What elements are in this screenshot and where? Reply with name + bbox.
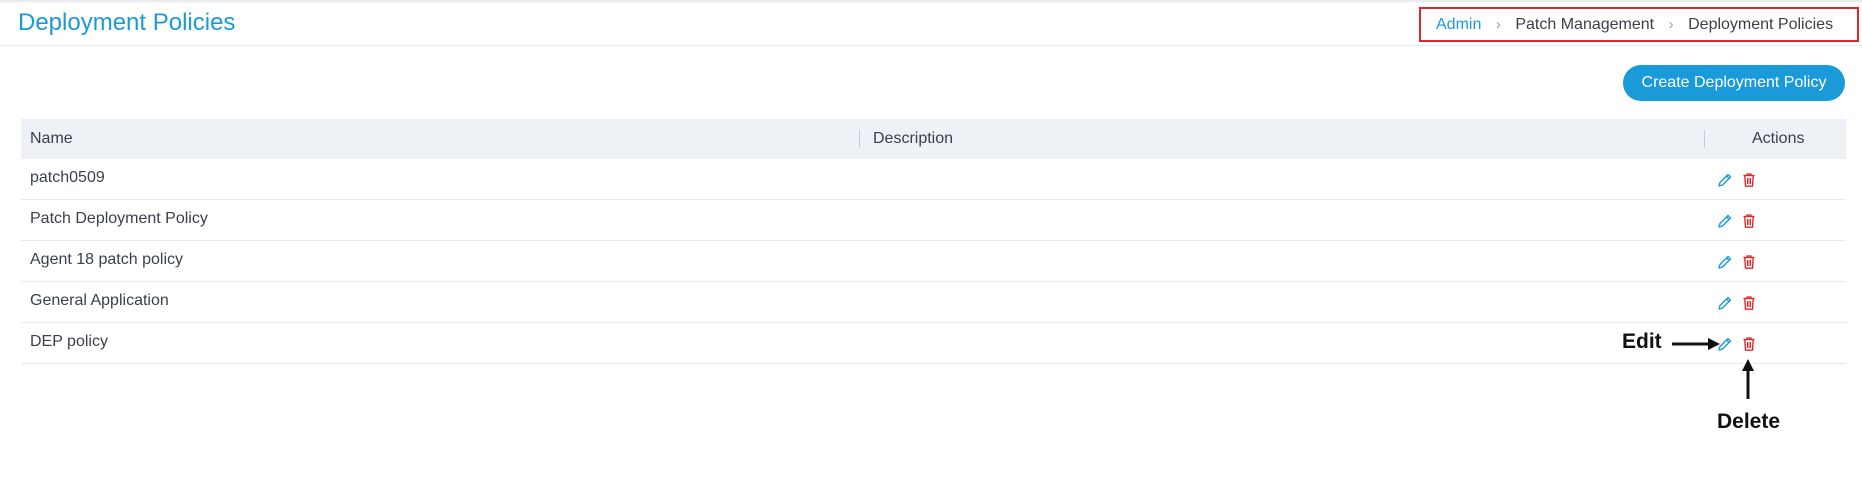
edit-annotation-label: Edit bbox=[1622, 330, 1662, 353]
table-row: Patch Deployment Policy bbox=[21, 200, 1846, 241]
policy-name[interactable]: patch0509 bbox=[30, 169, 105, 187]
row-actions bbox=[1717, 172, 1757, 188]
table-header: Name Description Actions bbox=[21, 119, 1846, 159]
column-header-actions: Actions bbox=[1752, 130, 1805, 147]
breadcrumb-separator: › bbox=[1668, 16, 1674, 33]
breadcrumb: Admin › Patch Management › Deployment Po… bbox=[1419, 7, 1859, 42]
column-header-name[interactable]: Name bbox=[30, 119, 73, 159]
breadcrumb-separator: › bbox=[1495, 16, 1501, 33]
trash-icon[interactable] bbox=[1741, 295, 1757, 311]
pencil-icon[interactable] bbox=[1717, 172, 1733, 188]
delete-annotation-arrow bbox=[1742, 359, 1754, 399]
pencil-icon[interactable] bbox=[1717, 254, 1733, 270]
trash-icon[interactable] bbox=[1741, 213, 1757, 229]
trash-icon[interactable] bbox=[1741, 254, 1757, 270]
table-row: General Application bbox=[21, 282, 1846, 323]
row-actions bbox=[1717, 336, 1757, 352]
column-divider[interactable] bbox=[859, 130, 860, 148]
column-divider[interactable] bbox=[1704, 130, 1705, 148]
policy-name[interactable]: Patch Deployment Policy bbox=[30, 210, 208, 228]
column-header-description[interactable]: Description bbox=[873, 119, 953, 159]
pencil-icon[interactable] bbox=[1717, 213, 1733, 229]
row-actions bbox=[1717, 254, 1757, 270]
trash-icon[interactable] bbox=[1741, 336, 1757, 352]
table-row: DEP policy bbox=[21, 323, 1846, 364]
table-row: patch0509 bbox=[21, 159, 1846, 200]
delete-annotation-label: Delete bbox=[1717, 410, 1781, 433]
policy-name[interactable]: DEP policy bbox=[30, 333, 108, 351]
page-header: Deployment Policies Admin › Patch Manage… bbox=[0, 0, 1862, 46]
create-deployment-policy-button[interactable]: Create Deployment Policy bbox=[1623, 65, 1845, 101]
row-actions bbox=[1717, 213, 1757, 229]
pencil-icon[interactable] bbox=[1717, 295, 1733, 311]
row-actions bbox=[1717, 295, 1757, 311]
page-title: Deployment Policies bbox=[18, 9, 236, 36]
breadcrumb-admin[interactable]: Admin bbox=[1436, 16, 1481, 34]
edit-annotation-arrow bbox=[1672, 338, 1720, 350]
policy-name[interactable]: Agent 18 patch policy bbox=[30, 251, 183, 269]
breadcrumb-current: Deployment Policies bbox=[1688, 15, 1834, 33]
policies-table: Name Description Actions patch0509 Patch… bbox=[21, 119, 1846, 364]
trash-icon[interactable] bbox=[1741, 172, 1757, 188]
table-row: Agent 18 patch policy bbox=[21, 241, 1846, 282]
policy-name[interactable]: General Application bbox=[30, 292, 169, 310]
breadcrumb-patch-management[interactable]: Patch Management bbox=[1515, 16, 1654, 34]
